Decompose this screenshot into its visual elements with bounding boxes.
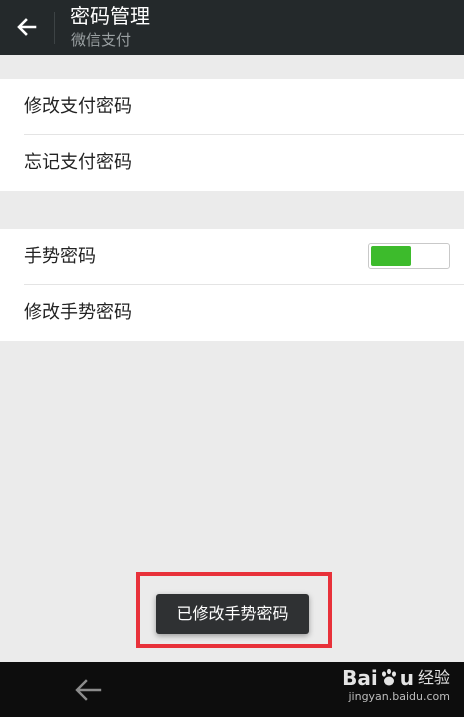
gesture-password-item: 手势密码: [0, 229, 464, 285]
arrow-left-icon: [75, 679, 102, 701]
gesture-password-group: 手势密码 修改手势密码: [0, 229, 464, 341]
watermark-suffix: 经验: [417, 668, 450, 687]
toast-message: 已修改手势密码: [156, 594, 309, 634]
watermark-brand-right: u: [399, 666, 414, 690]
back-button[interactable]: [8, 9, 46, 45]
payment-password-group: 修改支付密码 忘记支付密码: [0, 79, 464, 191]
forgot-payment-password-item[interactable]: 忘记支付密码: [0, 135, 464, 191]
arrow-left-icon: [17, 18, 37, 36]
watermark-brand-left: Bai: [342, 666, 378, 690]
baidu-paw-icon: [381, 668, 396, 686]
system-nav-bar: Bai u 经验 jingyan.baidu.com: [0, 662, 464, 717]
page-title: 密码管理: [70, 4, 150, 28]
toggle-on-indicator: [371, 246, 411, 266]
watermark-domain: jingyan.baidu.com: [348, 690, 450, 703]
modify-payment-password-item[interactable]: 修改支付密码: [0, 79, 464, 135]
gesture-password-toggle[interactable]: [368, 243, 450, 269]
baidu-jingyan-watermark: Bai u 经验 jingyan.baidu.com: [342, 666, 450, 704]
gesture-password-label: 手势密码: [24, 246, 96, 267]
header-divider: [54, 12, 55, 44]
app-header: 密码管理 微信支付: [0, 0, 464, 55]
modify-payment-password-label: 修改支付密码: [24, 96, 132, 117]
nav-back-button[interactable]: [70, 674, 106, 706]
modify-gesture-password-label: 修改手势密码: [24, 302, 132, 323]
modify-gesture-password-item[interactable]: 修改手势密码: [0, 285, 464, 341]
page-subtitle: 微信支付: [71, 31, 132, 49]
forgot-payment-password-label: 忘记支付密码: [24, 152, 132, 173]
